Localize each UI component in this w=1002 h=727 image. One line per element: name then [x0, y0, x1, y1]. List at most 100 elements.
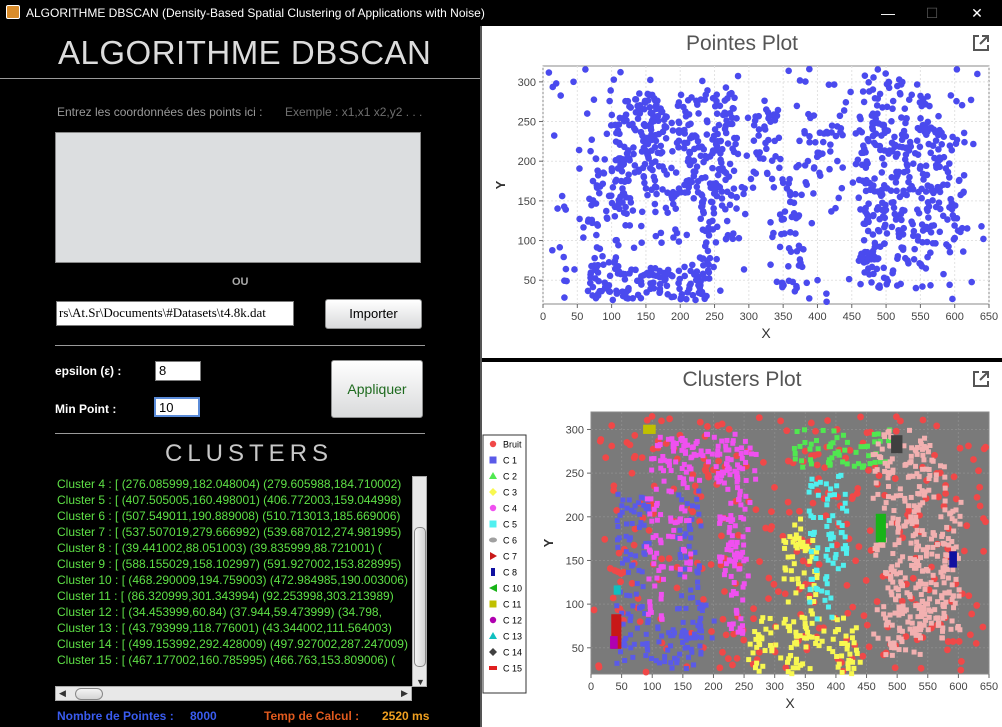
cluster-point [881, 604, 887, 610]
close-button[interactable]: ✕ [955, 2, 999, 24]
data-point [812, 139, 819, 146]
cluster-point [929, 551, 935, 557]
cluster-point [785, 554, 791, 560]
cluster-point [662, 659, 668, 665]
cluster-point [819, 588, 825, 594]
data-point [716, 102, 724, 110]
noise-point [582, 66, 589, 73]
data-point [938, 129, 945, 136]
scroll-left-icon[interactable]: ◀ [59, 688, 66, 699]
cluster-point [685, 442, 691, 448]
noise-point [913, 137, 921, 145]
cluster-point [802, 615, 808, 621]
noise-point [976, 483, 984, 491]
data-point [609, 184, 617, 191]
legend-marker [489, 440, 497, 448]
cluster-point [807, 586, 813, 592]
legend-marker [489, 520, 497, 528]
cluster-point [683, 531, 689, 537]
noise-point [628, 579, 636, 587]
cluster-point [674, 657, 680, 663]
cluster-point [658, 596, 664, 602]
cluster-point [885, 636, 891, 642]
data-point [712, 180, 720, 187]
list-item: Cluster 15 : [ (467.177002,160.785995) (… [57, 653, 396, 667]
cluster-point [790, 665, 796, 671]
cluster-point [747, 641, 753, 647]
noise-point [950, 473, 958, 481]
cluster-point [668, 518, 674, 524]
cluster-point [773, 624, 779, 630]
legend-label: C 6 [503, 536, 517, 546]
cluster-list-hscrollbar[interactable]: ◀ ▶ [55, 686, 412, 701]
cluster-point [903, 607, 909, 613]
data-point [890, 204, 898, 212]
cluster-point [738, 514, 744, 520]
noise-point [562, 206, 570, 213]
x-tick-label: 50 [615, 681, 627, 693]
cluster-point [740, 597, 746, 603]
import-button[interactable]: Importer [325, 299, 422, 329]
noise-point [665, 555, 673, 562]
cluster-point [740, 534, 746, 540]
minimize-button[interactable]: — [866, 2, 910, 24]
coords-instructions: Entrez les coordonnées des points ici : [57, 105, 263, 119]
noise-point [719, 615, 727, 623]
noise-point [714, 422, 722, 430]
cluster-point [834, 435, 840, 441]
noise-point [631, 169, 639, 176]
noise-point [982, 443, 990, 451]
noise-point [873, 598, 881, 605]
coords-textarea[interactable] [55, 132, 421, 263]
cluster-point [935, 599, 941, 605]
noise-point [638, 222, 645, 230]
cluster-point [796, 581, 802, 587]
data-point [656, 280, 664, 288]
noise-point [638, 454, 646, 462]
cluster-point [824, 523, 830, 529]
maximize-button[interactable]: ☐ [910, 2, 954, 24]
file-path-field[interactable]: rs\At.Sr\Documents\#Datasets\t4.8k.dat [56, 301, 294, 326]
cluster-point [647, 599, 653, 605]
x-tick-label: 0 [588, 681, 594, 693]
noise-point [785, 67, 792, 75]
noise-point [699, 596, 707, 603]
cluster-point [731, 580, 737, 586]
noise-point [589, 197, 597, 204]
noise-point [725, 173, 733, 180]
cluster-list[interactable]: Cluster 4 : [ (276.085999,182.048004) (2… [55, 476, 412, 686]
noise-point [959, 248, 967, 255]
scroll-right-icon[interactable]: ▶ [401, 688, 408, 699]
scroll-down-icon[interactable]: ▼ [416, 677, 425, 687]
cluster-point [815, 492, 821, 498]
window-title: ALGORITHME DBSCAN (Density-Based Spatial… [26, 6, 485, 20]
cluster-point [621, 638, 627, 644]
list-item: Cluster 12 : [ (34.453999,60.84) (37.944… [57, 605, 382, 619]
cluster-point [639, 604, 645, 610]
cluster-point [891, 435, 903, 454]
noise-point [899, 78, 906, 86]
data-point [587, 269, 595, 276]
vscroll-thumb[interactable] [414, 527, 426, 667]
epsilon-field[interactable]: 8 [155, 361, 201, 381]
cluster-list-vscrollbar[interactable]: ▼ [412, 476, 427, 687]
cluster-point [933, 582, 939, 588]
cluster-point [913, 565, 919, 571]
cluster-point [686, 543, 692, 549]
noise-point [882, 70, 889, 77]
noise-point [967, 96, 975, 104]
noise-point [631, 432, 639, 439]
min-point-field[interactable]: 10 [154, 397, 200, 417]
noise-point [747, 175, 755, 183]
cluster-point [698, 635, 704, 641]
data-point [910, 255, 918, 263]
apply-button[interactable]: Appliquer [331, 360, 423, 418]
hscroll-thumb[interactable] [75, 688, 103, 700]
x-tick-label: 150 [637, 311, 655, 323]
cluster-point [807, 558, 813, 564]
legend-label: C 5 [503, 520, 517, 530]
data-point [701, 96, 709, 103]
noise-point [853, 490, 861, 497]
data-point [876, 284, 883, 291]
data-point [701, 242, 709, 250]
